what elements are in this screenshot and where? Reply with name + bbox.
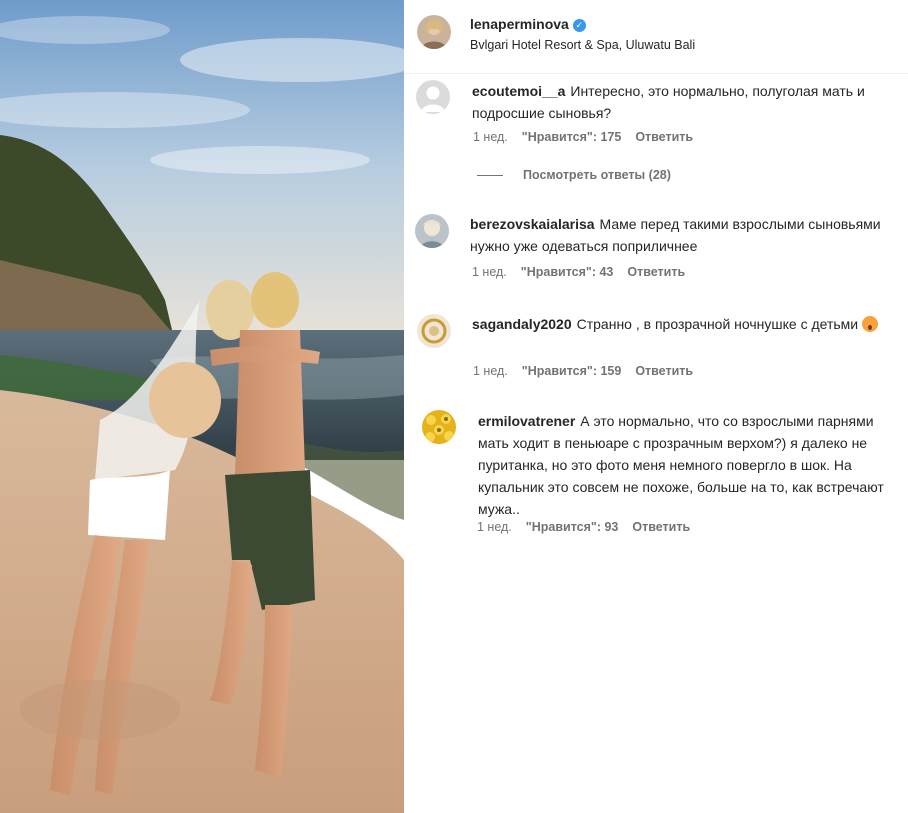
- author-username[interactable]: lenaperminova: [470, 16, 569, 32]
- view-replies-label: Посмотреть ответы (28): [523, 168, 671, 182]
- comment-meta: 1 нед. "Нравится": 159 Ответить: [473, 364, 707, 378]
- comments-panel: lenaperminova ✓ Bvlgari Hotel Resort & Sp…: [404, 0, 908, 813]
- comment-body: ermilovatrener А это нормально, что со вз…: [478, 410, 903, 520]
- comment-meta: 1 нед. "Нравится": 93 Ответить: [477, 520, 704, 534]
- comment-username[interactable]: ermilovatrener: [478, 413, 575, 429]
- comment-time[interactable]: 1 нед.: [477, 520, 512, 534]
- comment-time[interactable]: 1 нед.: [472, 265, 507, 279]
- comment-username[interactable]: sagandaly2020: [472, 316, 572, 332]
- commenter-avatar-image: [415, 214, 449, 248]
- reply-button[interactable]: Ответить: [632, 520, 690, 534]
- reply-button[interactable]: Ответить: [635, 364, 693, 378]
- comment-text: Странно , в прозрачной ночнушке с детьми: [576, 316, 859, 332]
- reply-button[interactable]: Ответить: [635, 130, 693, 144]
- instagram-post-view: lenaperminova ✓ Bvlgari Hotel Resort & Sp…: [0, 0, 908, 813]
- default-avatar-icon: [416, 80, 450, 114]
- author-avatar[interactable]: [417, 15, 451, 49]
- comment-time[interactable]: 1 нед.: [473, 130, 508, 144]
- commenter-avatar-image: [422, 410, 456, 444]
- comment-body: ecoutemoi__a Интересно, это нормально, по…: [472, 80, 897, 124]
- reply-button[interactable]: Ответить: [627, 265, 685, 279]
- comment-username[interactable]: ecoutemoi__a: [472, 83, 565, 99]
- comment-likes[interactable]: "Нравится": 93: [526, 520, 619, 534]
- post-header: lenaperminova ✓ Bvlgari Hotel Resort & Sp…: [404, 0, 908, 74]
- post-location[interactable]: Bvlgari Hotel Resort & Spa, Uluwatu Bali: [470, 38, 695, 52]
- comment-body: berezovskaialarisa Маме перед такими взро…: [470, 213, 890, 257]
- comment-body: sagandaly2020 Странно , в прозрачной ночн…: [472, 313, 892, 335]
- comment-likes[interactable]: "Нравится": 159: [522, 364, 622, 378]
- astonished-face-emoji: [862, 316, 879, 332]
- comment-meta: 1 нед. "Нравится": 43 Ответить: [472, 265, 699, 279]
- replies-divider: [477, 175, 503, 177]
- author-avatar-image: [417, 15, 451, 49]
- commenter-avatar-image: [417, 314, 451, 348]
- post-photo[interactable]: [0, 0, 404, 813]
- comment-likes[interactable]: "Нравится": 175: [522, 130, 622, 144]
- commenter-avatar[interactable]: [415, 214, 449, 248]
- comment-time[interactable]: 1 нед.: [473, 364, 508, 378]
- view-replies-button[interactable]: Посмотреть ответы (28): [477, 168, 671, 182]
- author-username-row[interactable]: lenaperminova ✓: [470, 16, 586, 32]
- verified-badge-icon: ✓: [572, 19, 586, 32]
- comment-likes[interactable]: "Нравится": 43: [521, 265, 614, 279]
- comment-username[interactable]: berezovskaialarisa: [470, 216, 595, 232]
- commenter-avatar[interactable]: [422, 410, 456, 444]
- beach-photo-image: [0, 0, 404, 813]
- commenter-avatar[interactable]: [417, 314, 451, 348]
- commenter-avatar[interactable]: [416, 80, 450, 114]
- comment-meta: 1 нед. "Нравится": 175 Ответить: [473, 130, 707, 144]
